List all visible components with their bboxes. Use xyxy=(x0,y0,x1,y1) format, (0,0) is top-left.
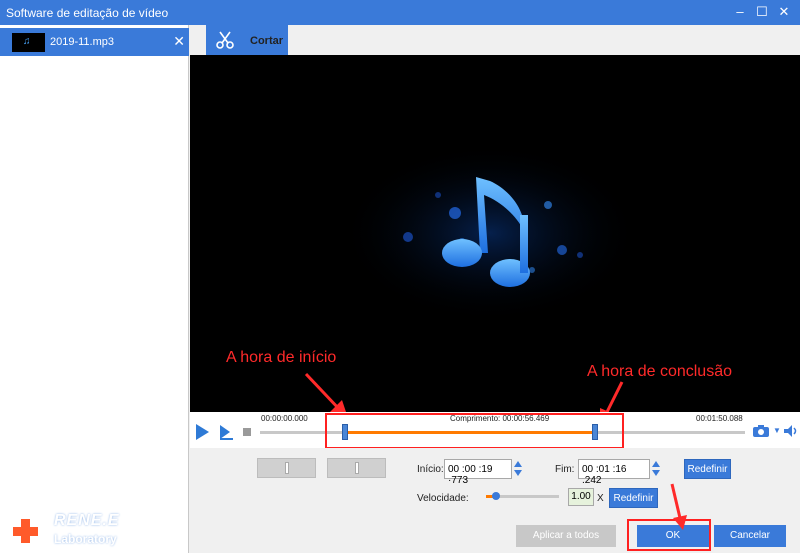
tab-bar: Cortar xyxy=(190,25,800,55)
speed-label: Velocidade: xyxy=(417,493,469,504)
maximize-icon[interactable]: ☐ xyxy=(752,3,772,21)
speaker-icon[interactable] xyxy=(783,424,799,438)
edit-controls: Início: 00 :00 :19 ·773 Fim: 00 :01 :16 … xyxy=(190,448,800,553)
play-step-icon[interactable] xyxy=(218,424,234,440)
stop-icon[interactable] xyxy=(243,428,251,436)
speed-unit: X xyxy=(597,493,604,504)
speed-slider-knob[interactable] xyxy=(492,492,501,500)
file-item[interactable]: ♫ 2019-11.mp3 ✕ xyxy=(0,28,189,56)
speed-value-input[interactable]: 1.00 xyxy=(568,488,594,506)
start-label: Início: xyxy=(417,464,444,475)
music-note-icon: ♫ xyxy=(12,33,45,52)
end-time-spinner[interactable] xyxy=(652,460,660,478)
timeline: 00:00:00.000 Comprimento: 00:00:56.469 0… xyxy=(190,412,800,449)
brand-logo: RENE.E Laboratory xyxy=(6,510,146,550)
window-title: Software de editação de vídeo xyxy=(6,6,169,20)
chevron-down-icon[interactable]: ▼ xyxy=(773,426,781,435)
play-icon[interactable] xyxy=(196,424,209,440)
logo-name: RENE.E xyxy=(54,512,120,529)
reset-speed-button[interactable]: Redefinir xyxy=(609,488,658,508)
annotation-start-label: A hora de início xyxy=(226,349,337,366)
scissors-icon xyxy=(216,31,234,49)
tab-cortar[interactable]: Cortar xyxy=(206,25,288,55)
end-label: Fim: xyxy=(555,464,575,475)
medical-cross-icon xyxy=(8,516,42,546)
selection-highlight-box xyxy=(325,413,624,449)
cancel-button[interactable]: Cancelar xyxy=(714,525,786,547)
apply-all-button[interactable]: Aplicar a todos xyxy=(516,525,616,547)
set-end-button[interactable] xyxy=(327,458,386,478)
close-icon[interactable]: ✕ xyxy=(173,33,185,50)
tab-label: Cortar xyxy=(250,35,284,47)
camera-icon[interactable] xyxy=(752,424,770,438)
reset-trim-button[interactable]: Redefinir xyxy=(684,459,731,479)
start-time-spinner[interactable] xyxy=(514,460,522,478)
close-icon[interactable]: ✕ xyxy=(774,3,794,21)
set-start-button[interactable] xyxy=(257,458,316,478)
end-time-input[interactable]: 00 :01 :16 .242 xyxy=(578,459,650,486)
timeline-start-time: 00:00:00.000 xyxy=(261,414,308,423)
annotation-arrow-ok xyxy=(670,483,687,530)
timeline-end-time: 00:01:50.088 xyxy=(696,414,743,423)
file-list: ♫ 2019-11.mp3 ✕ xyxy=(0,25,189,553)
file-name: 2019-11.mp3 xyxy=(50,36,115,48)
logo-subtitle: Laboratory xyxy=(54,532,117,546)
annotation-end-label: A hora de conclusão xyxy=(587,363,732,380)
title-bar: Software de editação de vídeo – ☐ ✕ xyxy=(0,0,800,25)
minimize-icon[interactable]: – xyxy=(730,3,750,21)
start-time-input[interactable]: 00 :00 :19 ·773 xyxy=(444,459,512,486)
